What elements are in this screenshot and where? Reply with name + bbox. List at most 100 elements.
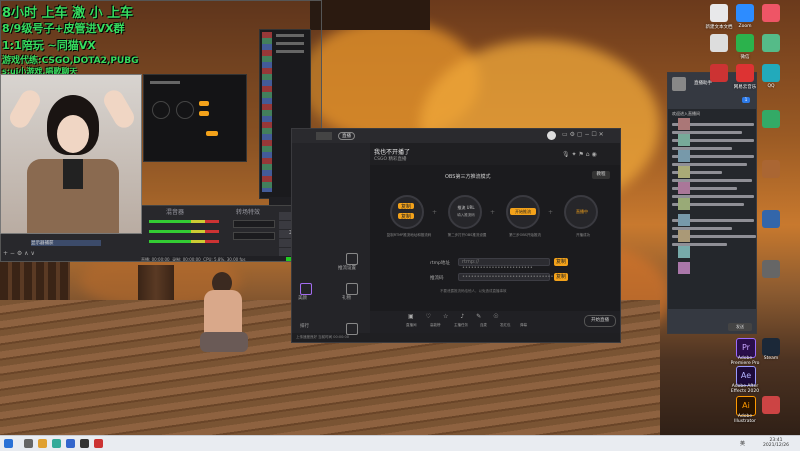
stream-subtitle: CSGO 精彩直播: [374, 157, 407, 162]
app-icon-3[interactable]: [762, 34, 780, 52]
tutorial-button[interactable]: 教程: [592, 171, 610, 179]
streamer-tag: 直播: [338, 132, 355, 140]
key-input[interactable]: ••••••••••••••••••••••••••••••••: [458, 273, 556, 281]
mixer-bar-2[interactable]: [149, 230, 219, 233]
streamer-logo: [316, 132, 332, 140]
tray-clock[interactable]: 23:41 2021/12/26: [754, 438, 798, 448]
qq-icon[interactable]: [762, 64, 780, 82]
app-icon-4[interactable]: [710, 64, 728, 82]
after-effects-icon[interactable]: Ae: [736, 366, 756, 386]
toolbar-item-0[interactable]: 直播间: [406, 323, 417, 328]
obs-scene-item[interactable]: 显示器捕获: [31, 240, 101, 246]
step3-label: 第三步OBS开始推流: [509, 233, 541, 237]
desktop-icon-label-7: 微信: [740, 55, 750, 60]
header-icons[interactable]: 🎙 ✦ ⚑ ⌂ ◉: [562, 151, 597, 158]
wechat-icon[interactable]: [736, 34, 754, 52]
preview-yellow-button-1[interactable]: [199, 101, 209, 106]
app-icon-6[interactable]: [762, 160, 780, 178]
app-icon-2[interactable]: [710, 34, 728, 52]
rtmp-copy-button[interactable]: 复制: [554, 258, 568, 266]
friend-avatar-4[interactable]: [678, 182, 690, 194]
friend-avatar-3[interactable]: [678, 166, 690, 178]
taskbar-app-2[interactable]: [38, 439, 47, 448]
stream-title[interactable]: 我也不开播了: [374, 147, 410, 156]
flow-step-2: [448, 195, 482, 229]
toolbar-icons[interactable]: ▣♡☆♪✎☉: [408, 313, 511, 320]
music-icon[interactable]: [736, 64, 754, 82]
taskbar-app-3[interactable]: [52, 439, 61, 448]
sidebar-item-label-0[interactable]: 推流设置: [338, 265, 356, 271]
chat-send-button[interactable]: 发送: [728, 323, 752, 331]
streamer-bottom-status: 上传速度良好 当前时间 00:00:00: [296, 335, 349, 339]
step3-start-button[interactable]: 开始推流: [510, 208, 536, 215]
friend-avatar-7[interactable]: [678, 230, 690, 242]
friend-avatar-5[interactable]: [678, 198, 690, 210]
obs-transition-label: 转场特效: [236, 209, 261, 216]
sidebar-item-label-2[interactable]: 礼物: [342, 295, 351, 301]
chat-messages-title: 欢迎进入直播间: [672, 111, 700, 116]
stream-notice: 不要泄露推流码给他人，以免造成直播事故: [440, 289, 507, 293]
avatar[interactable]: [547, 131, 556, 140]
streamer-toolbar[interactable]: 直播间 高能榜 主播任务 连麦 发红包 弹幕 ▣♡☆♪✎☉ 开始直播: [370, 311, 620, 333]
status-cpu: CPU: 5.8%, 30.00 fps: [203, 257, 246, 262]
obs-preview-panel[interactable]: [143, 74, 247, 162]
taskbar-app-1[interactable]: [24, 439, 33, 448]
sidebar-item-label-1[interactable]: 美颜: [298, 295, 307, 301]
friends-list[interactable]: [678, 118, 692, 318]
rtmp-input[interactable]: rtmp://••••••••••••••••••••••••: [458, 258, 550, 271]
toolbar-item-2[interactable]: 主播任务: [454, 323, 468, 328]
key-copy-button[interactable]: 复制: [554, 273, 568, 281]
sidebar-icon-gift[interactable]: [346, 283, 358, 295]
sidebar-icon-settings[interactable]: [346, 253, 358, 265]
taskbar: 英 23:41 2021/12/26: [0, 435, 800, 451]
scene-toolbar[interactable]: + − ⚙ ∧ ∨: [3, 250, 143, 258]
step2-center: 推流 URL: [457, 205, 475, 210]
tray-lang[interactable]: 英: [740, 440, 745, 447]
step1-copy-button-2[interactable]: 复制: [398, 213, 414, 220]
start-live-button[interactable]: 开始直播: [584, 315, 616, 327]
premiere-icon[interactable]: Pr: [736, 338, 756, 358]
step4-label: 开播成功: [576, 233, 590, 237]
friend-avatar-8[interactable]: [678, 246, 690, 258]
friend-avatar-9[interactable]: [678, 262, 690, 274]
app-icon-1[interactable]: [762, 4, 780, 22]
desktop-icon-0[interactable]: [710, 4, 728, 22]
toolbar-item-1[interactable]: 高能榜: [430, 323, 441, 328]
illustrator-icon[interactable]: Ai: [736, 396, 756, 416]
friend-avatar-6[interactable]: [678, 214, 690, 226]
sidebar-item-label-3[interactable]: 排行: [300, 323, 309, 329]
step2-sub: 填入推流码: [457, 213, 475, 217]
start-button-icon[interactable]: [4, 439, 13, 448]
app-icon-8[interactable]: [762, 260, 780, 278]
flow-step-1: [390, 195, 424, 229]
desktop-icon-label-4: Steam: [763, 356, 779, 361]
taskbar-app-5[interactable]: [80, 439, 89, 448]
friend-avatar-1[interactable]: [678, 134, 690, 146]
toolbar-item-5[interactable]: 弹幕: [520, 323, 527, 328]
step1-copy-button-1[interactable]: 复制: [398, 203, 414, 210]
zoom-icon[interactable]: [736, 4, 754, 22]
sidebar-icon-beauty[interactable]: [300, 283, 312, 295]
streamer-sidebar[interactable]: 推流设置 美颜 礼物 排行: [292, 143, 370, 335]
key-label: 推流码: [430, 276, 444, 281]
taskbar-app-4[interactable]: [66, 439, 75, 448]
mixer-bar-1[interactable]: [149, 220, 219, 223]
app-icon-5[interactable]: [762, 110, 780, 128]
steam-icon[interactable]: [762, 338, 780, 356]
window-controls[interactable]: ▭ ⚙ ▢ − ☐ ✕: [562, 131, 604, 138]
app-icon-9[interactable]: [762, 396, 780, 414]
taskbar-app-6[interactable]: [94, 439, 103, 448]
app-icon-7[interactable]: [762, 210, 780, 228]
toolbar-item-4[interactable]: 发红包: [500, 323, 511, 328]
chat-count-badge: 1: [742, 97, 750, 103]
sidebar-icon-rank[interactable]: [346, 323, 358, 335]
friend-avatar-0[interactable]: [678, 118, 690, 130]
friend-avatar-2[interactable]: [678, 150, 690, 162]
mixer-bar-3[interactable]: [149, 240, 219, 243]
streamer-window[interactable]: 直播 ▭ ⚙ ▢ − ☐ ✕ 推流设置 美颜 礼物 排行 我也不开播了 CSGO…: [291, 128, 621, 343]
chat-avatar[interactable]: [672, 77, 686, 91]
preview-yellow-button-3[interactable]: [206, 131, 218, 136]
preview-yellow-button-2[interactable]: [199, 111, 209, 116]
desktop-icon-label-8: QQ: [767, 84, 775, 89]
toolbar-item-3[interactable]: 连麦: [480, 323, 487, 328]
